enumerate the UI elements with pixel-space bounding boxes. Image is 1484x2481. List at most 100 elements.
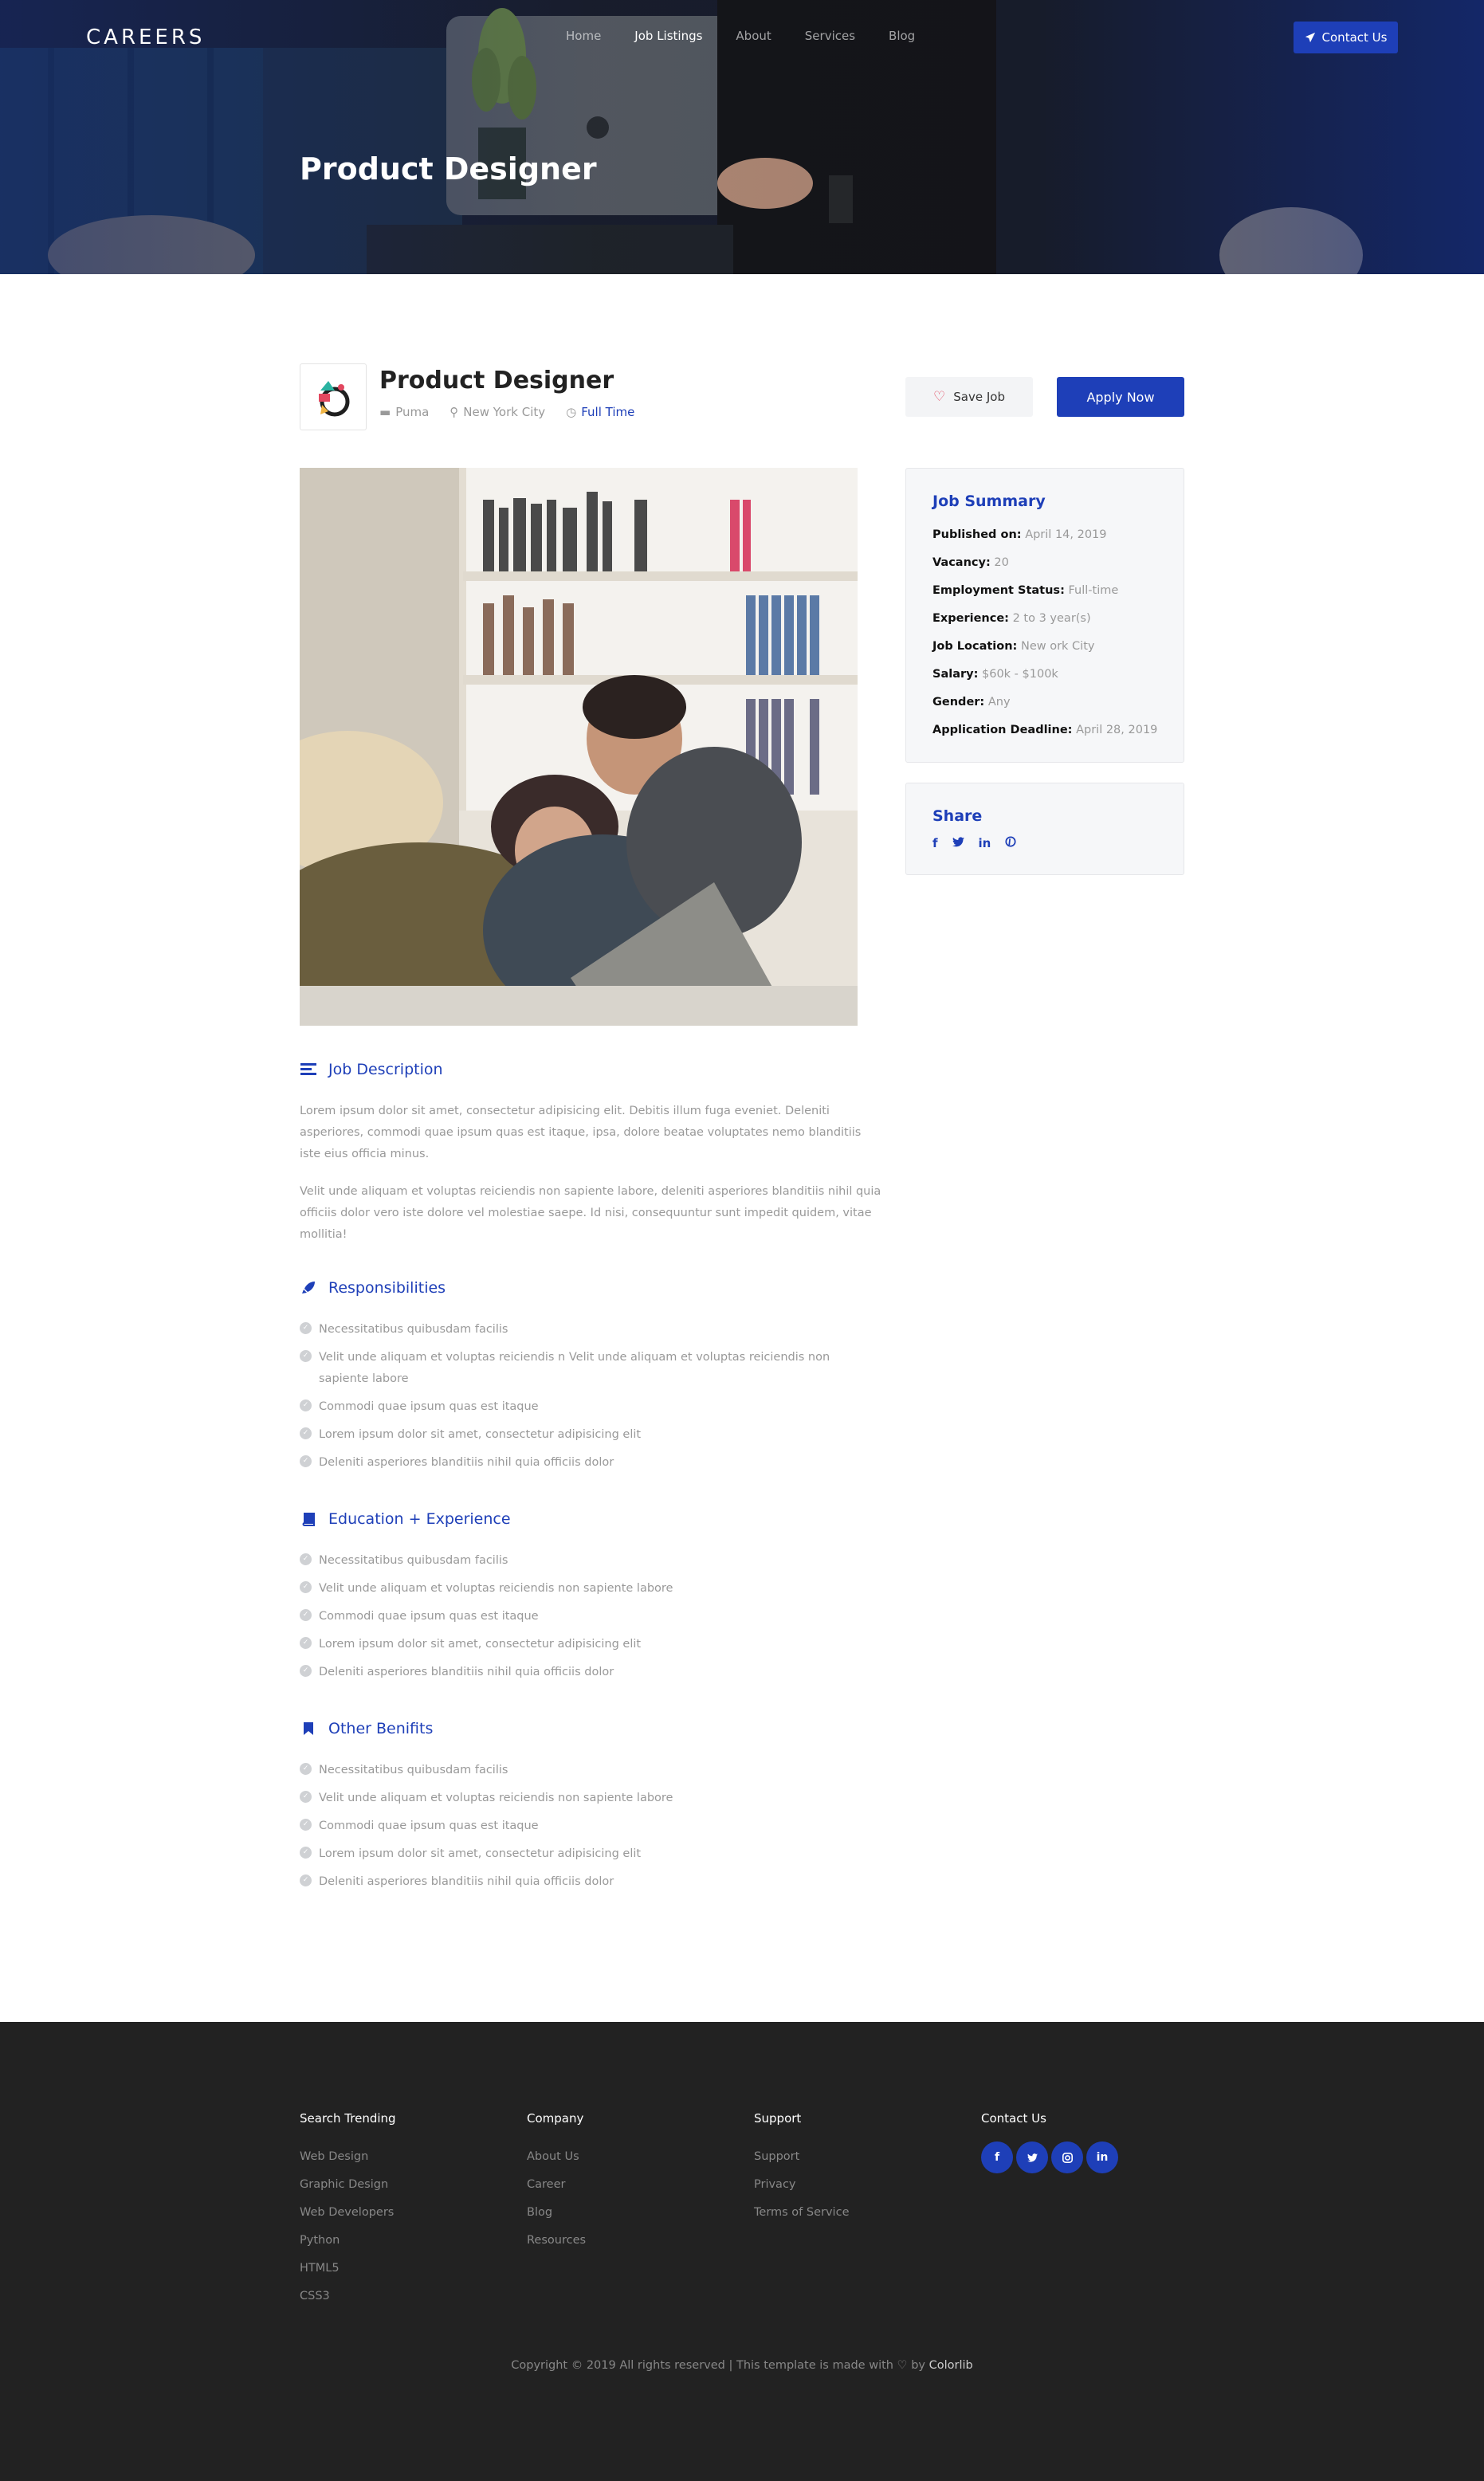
hero-title: Product Designer [300, 151, 597, 186]
save-job-button[interactable]: ♡ Save Job [905, 377, 1033, 417]
responsibilities-heading: Responsibilities [300, 1279, 881, 1297]
responsibilities-list: ✓ Necessitatibus quibusdam facilis ✓ Velit… [300, 1319, 881, 1474]
footer-link-terms[interactable]: Terms of Service [754, 2199, 849, 2227]
summary-row: Experience: 2 to 3 year(s) [932, 605, 1157, 633]
footer-link-career[interactable]: Career [527, 2171, 586, 2199]
location-meta: ⚲ New York City [450, 405, 545, 419]
list-item: ✓ Deleniti asperiores blanditiis nihil qu… [300, 1452, 881, 1474]
nav-link-blog[interactable]: Blog [889, 29, 915, 43]
list-item: ✓ Velit unde aliquam et voluptas reiciend… [300, 1578, 881, 1600]
footer-link-graphic-design[interactable]: Graphic Design [300, 2171, 396, 2199]
footer-link-web-developers[interactable]: Web Developers [300, 2199, 396, 2227]
footer-link-html5[interactable]: HTML5 [300, 2255, 396, 2283]
apply-now-button[interactable]: Apply Now [1057, 377, 1184, 417]
team-photo [300, 468, 858, 1026]
description-paragraph: Velit unde aliquam et voluptas reiciendi… [300, 1185, 881, 1241]
job-description-heading: Job Description [300, 1061, 881, 1078]
summary-label: Application Deadline: [932, 724, 1073, 736]
pinterest-icon[interactable] [1005, 836, 1016, 850]
benefits-list: ✓ Necessitatibus quibusdam facilis ✓ Velit… [300, 1760, 881, 1893]
benefits-heading: Other Benifits [300, 1720, 881, 1737]
list-item: ✓ Deleniti asperiores blanditiis nihil qu… [300, 1662, 881, 1683]
education-title: Education + Experience [328, 1510, 511, 1528]
linkedin-icon[interactable]: in [979, 836, 991, 850]
list-item-text: Velit unde aliquam et voluptas reiciendi… [319, 1351, 830, 1385]
footer-link-about-us[interactable]: About Us [527, 2143, 586, 2171]
job-description-section: Job Description Lorem ipsum dolor sit am… [300, 1061, 881, 1262]
twitter-icon[interactable] [952, 836, 964, 850]
instagram-icon[interactable] [1051, 2141, 1083, 2173]
twitter-icon[interactable] [1016, 2141, 1048, 2173]
clock-icon: ◷ [566, 405, 577, 419]
site-footer: Search Trending Web Design Graphic Desig… [0, 2022, 1484, 2481]
summary-row: Job Location: New ork City [932, 633, 1157, 661]
share-title: Share [932, 807, 983, 825]
job-header: Product Designer ▬ Puma ⚲ New York City ◷ F… [300, 363, 1184, 430]
summary-label: Salary: [932, 668, 979, 681]
list-item: ✓ Lorem ipsum dolor sit amet, consectetur… [300, 1843, 881, 1865]
education-heading: Education + Experience [300, 1510, 881, 1528]
list-item: ✓ Velit unde aliquam et voluptas reiciend… [300, 1788, 881, 1809]
footer-link-web-design[interactable]: Web Design [300, 2143, 396, 2171]
list-item: ✓ Necessitatibus quibusdam facilis [300, 1550, 881, 1572]
summary-label: Job Location: [932, 640, 1018, 653]
job-type: Full Time [581, 405, 635, 419]
share-icons: f in [932, 836, 1157, 850]
list-item-text: Velit unde aliquam et voluptas reiciendi… [319, 1792, 673, 1804]
footer-link-python[interactable]: Python [300, 2227, 396, 2255]
list-item-text: Necessitatibus quibusdam facilis [319, 1323, 508, 1336]
list-item: ✓ Necessitatibus quibusdam facilis [300, 1760, 881, 1781]
contact-us-button[interactable]: Contact Us [1294, 22, 1398, 53]
list-item: ✓ Lorem ipsum dolor sit amet, consectetur… [300, 1424, 881, 1446]
job-title: Product Designer [379, 367, 614, 395]
nav-link-services[interactable]: Services [805, 29, 855, 43]
list-item-text: Lorem ipsum dolor sit amet, consectetur … [319, 1638, 642, 1651]
summary-label: Employment Status: [932, 584, 1065, 597]
list-item: ✓ Commodi quae ipsum quas est itaque [300, 1816, 881, 1837]
linkedin-icon[interactable]: in [1086, 2141, 1118, 2173]
list-item: ✓ Commodi quae ipsum quas est itaque [300, 1396, 881, 1418]
list-item-text: Commodi quae ipsum quas est itaque [319, 1820, 539, 1832]
check-circle-icon: ✓ [300, 1819, 312, 1831]
footer-social-icons: f in [981, 2141, 1118, 2173]
check-circle-icon: ✓ [300, 1637, 312, 1649]
summary-value: 2 to 3 year(s) [1012, 612, 1091, 625]
list-item-text: Commodi quae ipsum quas est itaque [319, 1400, 539, 1413]
colorlib-link[interactable]: Colorlib [929, 2359, 973, 2372]
brand-logo[interactable]: CAREERS [86, 26, 205, 49]
facebook-icon[interactable]: f [981, 2141, 1013, 2173]
job-description-title: Job Description [328, 1061, 443, 1078]
facebook-icon[interactable]: f [932, 836, 938, 850]
list-item-text: Necessitatibus quibusdam facilis [319, 1554, 508, 1567]
footer-link-privacy[interactable]: Privacy [754, 2171, 849, 2199]
check-circle-icon: ✓ [300, 1791, 312, 1803]
list-item: ✓ Velit unde aliquam et voluptas reiciend… [300, 1347, 881, 1390]
summary-value: $60k - $100k [982, 668, 1058, 681]
footer-link-css3[interactable]: CSS3 [300, 2283, 396, 2310]
footer-company-title: Company [527, 2111, 584, 2126]
paper-plane-icon [1305, 32, 1315, 43]
nav-link-home[interactable]: Home [566, 29, 601, 43]
nav-link-job-listings[interactable]: Job Listings [634, 29, 702, 43]
footer-link-blog[interactable]: Blog [527, 2199, 586, 2227]
footer-link-resources[interactable]: Resources [527, 2227, 586, 2255]
copyright-line: Copyright © 2019 All rights reserved | T… [0, 2359, 1484, 2372]
nav-link-about[interactable]: About [736, 29, 771, 43]
summary-value: 20 [994, 556, 1009, 569]
align-left-icon [300, 1063, 317, 1076]
copyright-by: by [911, 2359, 925, 2372]
list-item-text: Commodi quae ipsum quas est itaque [319, 1610, 539, 1623]
footer-link-support[interactable]: Support [754, 2143, 849, 2171]
list-item-text: Deleniti asperiores blanditiis nihil qui… [319, 1456, 614, 1469]
summary-label: Vacancy: [932, 556, 991, 569]
summary-label: Published on: [932, 528, 1022, 541]
list-item: ✓ Deleniti asperiores blanditiis nihil qu… [300, 1871, 881, 1893]
company-logo-image [319, 381, 350, 417]
footer-support-title: Support [754, 2111, 802, 2126]
share-card: Share f in [905, 783, 1184, 875]
summary-row: Vacancy: 20 [932, 549, 1157, 577]
summary-value: April 14, 2019 [1025, 528, 1107, 541]
education-section: Education + Experience ✓ Necessitatibus q… [300, 1510, 881, 1690]
company-meta: ▬ Puma [379, 405, 429, 419]
summary-row: Employment Status: Full-time [932, 577, 1157, 605]
